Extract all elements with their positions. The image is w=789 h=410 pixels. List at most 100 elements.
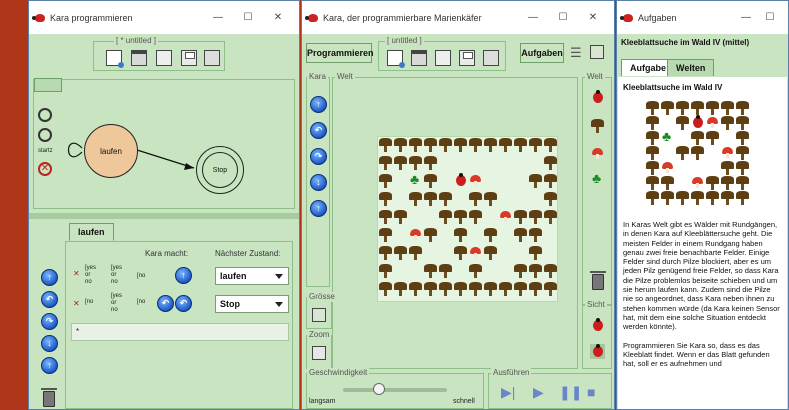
cond-no[interactable]: [no	[137, 273, 145, 279]
next-state-select[interactable]: Stop	[215, 295, 289, 313]
tree-cell[interactable]	[513, 227, 528, 242]
view-kara-icon[interactable]	[590, 318, 605, 333]
tree-cell[interactable]	[408, 155, 423, 170]
tree-cell[interactable]	[468, 137, 483, 152]
cond-no[interactable]: [no	[137, 299, 145, 305]
tree-tool-icon[interactable]	[590, 118, 605, 133]
tree-cell[interactable]	[438, 137, 453, 152]
tree-cell[interactable]	[378, 263, 393, 278]
resize-grid-icon[interactable]	[312, 308, 326, 322]
take-leaf-button[interactable]: ↑	[41, 357, 58, 374]
close-button[interactable]: ✕	[263, 12, 293, 23]
next-state-select[interactable]: laufen	[215, 267, 289, 285]
tree-cell[interactable]	[468, 191, 483, 206]
tree-cell[interactable]	[468, 209, 483, 224]
new-file-icon[interactable]	[106, 50, 124, 68]
maximize-button[interactable]: ☐	[548, 12, 578, 23]
mushroom-cell[interactable]	[468, 245, 483, 260]
stop-icon[interactable]: ■	[587, 384, 595, 400]
new-world-icon[interactable]	[387, 50, 405, 68]
tree-cell[interactable]	[513, 281, 528, 296]
splitter[interactable]	[29, 213, 299, 219]
action-turn-left-button[interactable]: ↶	[157, 295, 174, 312]
tree-cell[interactable]	[408, 191, 423, 206]
tree-cell[interactable]	[393, 281, 408, 296]
tree-cell[interactable]	[543, 137, 558, 152]
action-turn-left-button[interactable]: ↶	[175, 295, 192, 312]
tab-laufen[interactable]: laufen	[69, 223, 114, 241]
tree-cell[interactable]	[468, 281, 483, 296]
tree-cell[interactable]	[378, 227, 393, 242]
tree-cell[interactable]	[378, 137, 393, 152]
tree-cell[interactable]	[498, 137, 513, 152]
tree-cell[interactable]	[423, 173, 438, 188]
tab-welten[interactable]: Welten	[667, 59, 715, 77]
tree-cell[interactable]	[528, 209, 543, 224]
tree-cell[interactable]	[378, 173, 393, 188]
state-stop[interactable]: Stop	[196, 146, 244, 194]
mushroom-cell[interactable]	[408, 227, 423, 242]
leaf-cell[interactable]	[408, 171, 423, 188]
tree-cell[interactable]	[483, 281, 498, 296]
tree-cell[interactable]	[453, 245, 468, 260]
trash-icon[interactable]	[590, 271, 606, 290]
new-transition-row[interactable]: *	[71, 323, 289, 341]
tree-cell[interactable]	[378, 245, 393, 260]
maximize-button[interactable]: ☐	[233, 12, 263, 23]
minimize-button[interactable]: —	[518, 12, 548, 23]
tree-cell[interactable]	[543, 173, 558, 188]
tree-cell[interactable]	[513, 209, 528, 224]
tree-cell[interactable]	[393, 245, 408, 260]
row-delete-icon[interactable]: ✕	[73, 269, 80, 278]
play-icon[interactable]: ▶	[533, 384, 544, 401]
kara-cell[interactable]	[453, 173, 468, 188]
tree-cell[interactable]	[543, 209, 558, 224]
tree-cell[interactable]	[378, 281, 393, 296]
document-icon[interactable]	[435, 50, 451, 66]
close-button[interactable]: ✕	[578, 12, 608, 23]
step-icon[interactable]: ▶|	[501, 384, 515, 401]
tree-cell[interactable]	[528, 245, 543, 260]
view-kara-icon-2[interactable]	[590, 344, 605, 359]
tree-cell[interactable]	[423, 137, 438, 152]
tree-cell[interactable]	[528, 227, 543, 242]
task-select[interactable]: Kleeblattsuche im Wald IV (mittel)	[617, 34, 788, 54]
tree-cell[interactable]	[453, 227, 468, 242]
tree-cell[interactable]	[483, 191, 498, 206]
tree-cell[interactable]	[468, 263, 483, 278]
tree-cell[interactable]	[543, 191, 558, 206]
cond-no[interactable]: [no	[85, 299, 93, 305]
tree-cell[interactable]	[378, 155, 393, 170]
speed-slider-track[interactable]	[343, 388, 447, 392]
tree-cell[interactable]	[378, 209, 393, 224]
leaf-tool-icon[interactable]	[590, 170, 605, 187]
cond-yes-or-no[interactable]: [yes or no	[111, 265, 122, 286]
tree-cell[interactable]	[483, 245, 498, 260]
turn-right-button[interactable]: ↷	[310, 148, 327, 165]
move-forward-button[interactable]: ↑	[41, 269, 58, 286]
tree-cell[interactable]	[528, 263, 543, 278]
tree-cell[interactable]	[543, 155, 558, 170]
tree-cell[interactable]	[423, 281, 438, 296]
tree-cell[interactable]	[423, 155, 438, 170]
document-icon[interactable]	[156, 50, 172, 66]
save-icon[interactable]	[459, 50, 475, 66]
tree-cell[interactable]	[543, 281, 558, 296]
tree-cell[interactable]	[483, 137, 498, 152]
tools-icon[interactable]: ☰	[570, 45, 582, 61]
mushroom-cell[interactable]	[498, 209, 513, 224]
tree-cell[interactable]	[513, 137, 528, 152]
tree-cell[interactable]	[393, 155, 408, 170]
tree-cell[interactable]	[498, 281, 513, 296]
move-button[interactable]: ↑	[310, 96, 327, 113]
put-leaf-button[interactable]: ↓	[41, 335, 58, 352]
tree-cell[interactable]	[378, 191, 393, 206]
open-world-icon[interactable]	[411, 50, 427, 66]
cond-yes-or-no[interactable]: [yes or no	[111, 293, 122, 314]
turn-right-button[interactable]: ↷	[41, 313, 58, 330]
turn-left-button[interactable]: ↶	[310, 122, 327, 139]
tree-cell[interactable]	[483, 227, 498, 242]
tree-cell[interactable]	[513, 263, 528, 278]
help-icon[interactable]	[590, 45, 604, 59]
turn-left-button[interactable]: ↶	[41, 291, 58, 308]
